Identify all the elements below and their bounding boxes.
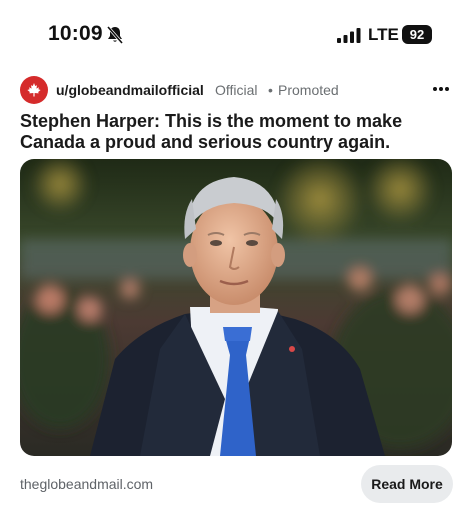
post-title[interactable]: Stephen Harper: This is the moment to ma… — [20, 111, 450, 153]
status-time: 10:09 — [48, 22, 103, 45]
status-bar: 10:09 LTE 92 — [0, 0, 472, 70]
promoted-label: Promoted — [278, 82, 339, 98]
avatar[interactable] — [20, 76, 48, 104]
post-image[interactable] — [20, 159, 452, 456]
network-type: LTE — [368, 25, 399, 44]
battery-indicator: 92 — [402, 25, 432, 44]
source-domain[interactable]: theglobeandmail.com — [20, 476, 153, 492]
photo-stephen-harper — [20, 159, 452, 456]
official-badge: Official — [215, 82, 258, 98]
meta-separator: • — [268, 82, 273, 98]
more-options-icon[interactable] — [430, 78, 452, 100]
author-name[interactable]: u/globeandmailofficial — [56, 82, 204, 98]
signal-icon — [337, 28, 361, 43]
read-more-button[interactable]: Read More — [361, 465, 453, 503]
maple-leaf-icon — [27, 83, 41, 97]
bell-muted-icon — [106, 26, 124, 44]
post-header: u/globeandmailofficial Official • Promot… — [0, 72, 472, 108]
